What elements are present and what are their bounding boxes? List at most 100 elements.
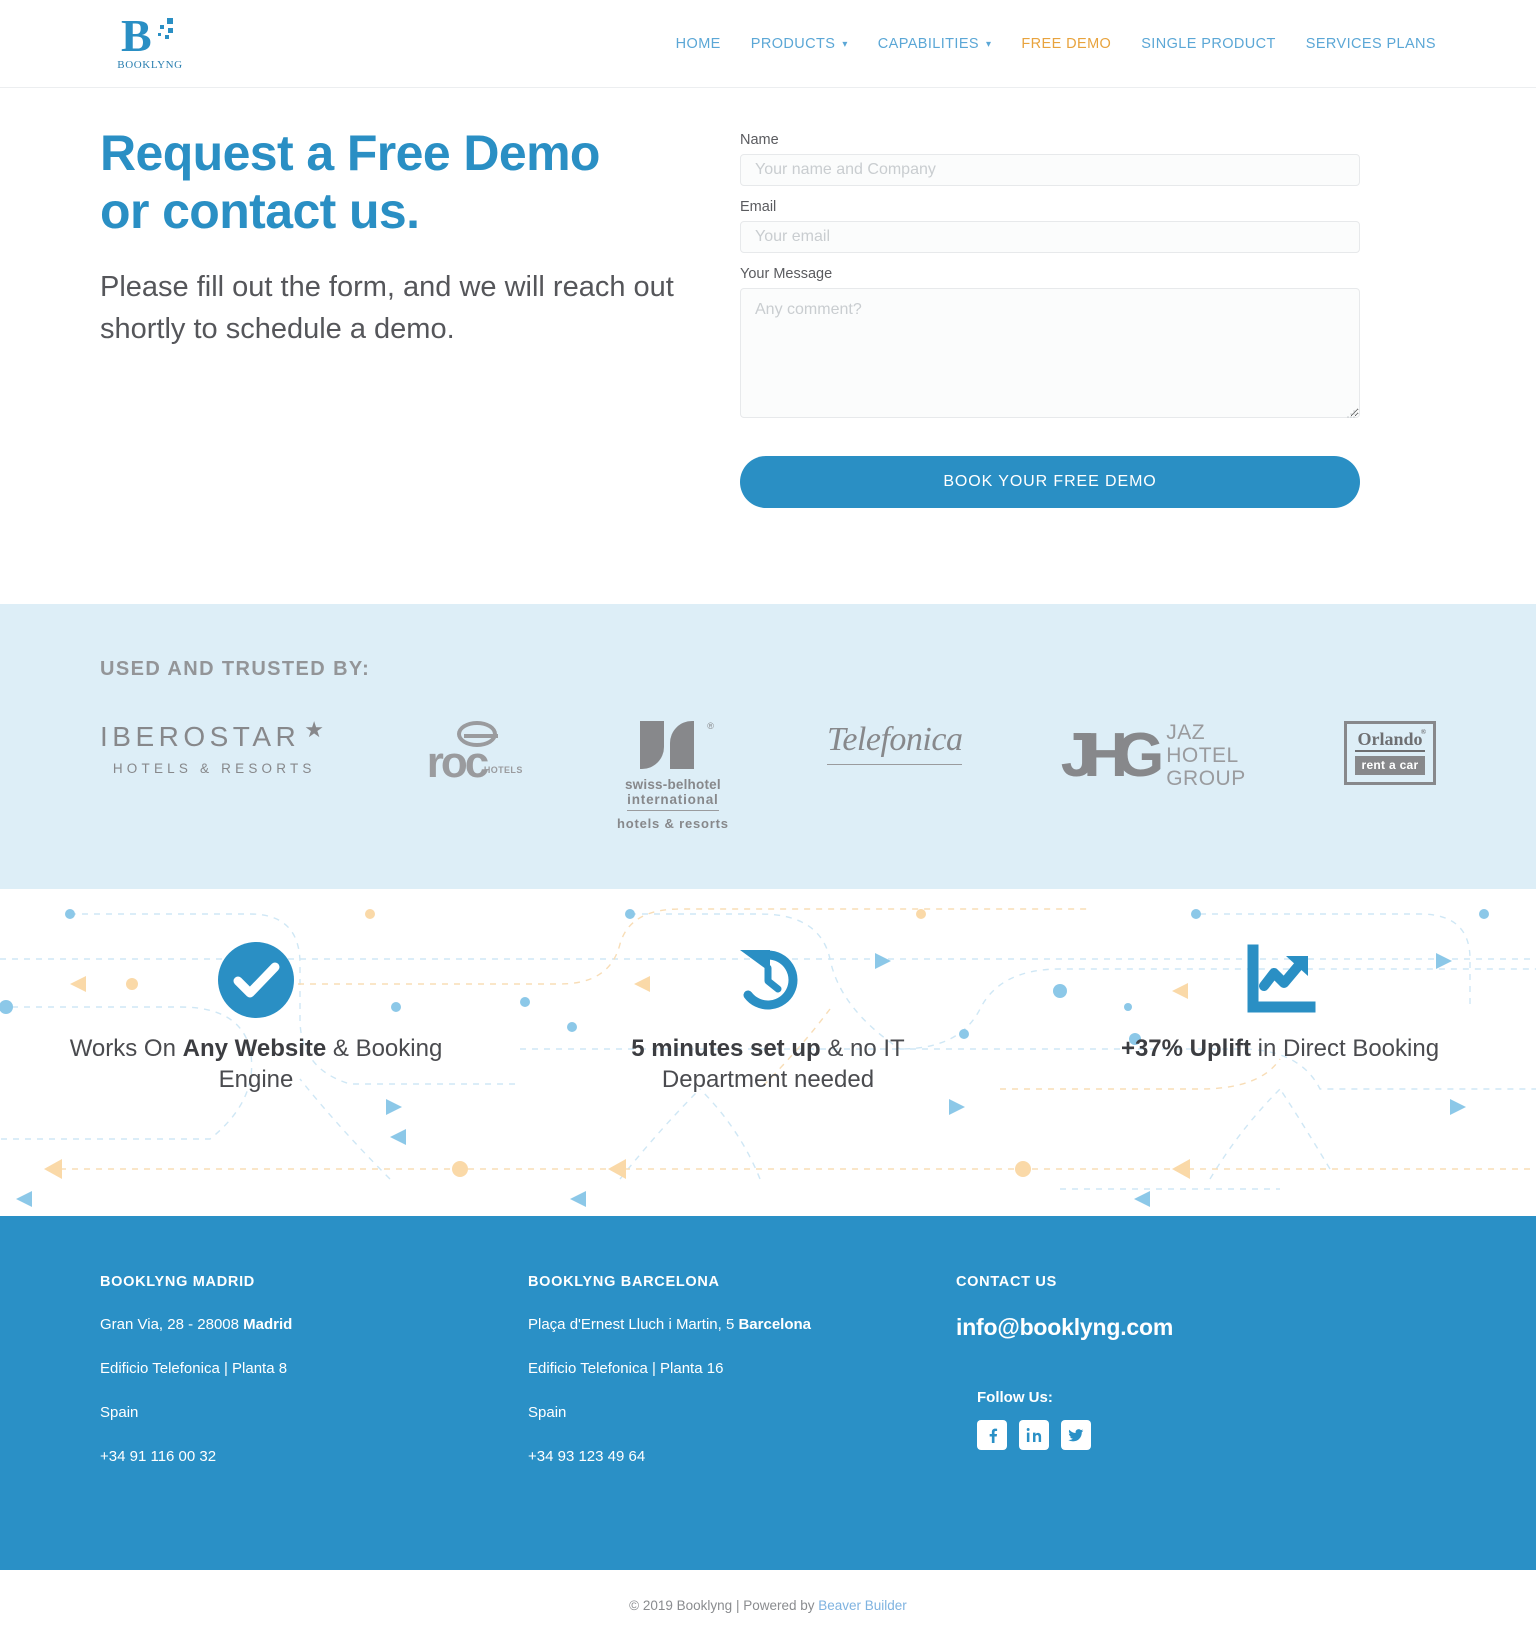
hero-copy: Request a Free Demo or contact us. Pleas… [100,124,740,508]
footer-barcelona-address: Plaça d'Ernest Lluch i Martin, 5 Barcelo… [528,1314,916,1336]
name-field-block: Name [740,132,1360,186]
nav-item-products[interactable]: PRODUCTS ▾ [751,36,848,52]
feature-text: Works On Any Website & Booking Engine [60,1033,452,1095]
linkedin-icon[interactable] [1019,1420,1049,1450]
name-input[interactable] [740,154,1360,186]
facebook-icon[interactable] [977,1420,1007,1450]
footer-madrid-city: Madrid [243,1316,293,1333]
nav-label: SERVICES PLANS [1305,35,1436,52]
footer-madrid-country: Spain [100,1404,139,1421]
footer-barcelona-city: Barcelona [738,1316,812,1333]
orlando-tagline: rent a car [1354,756,1425,775]
nav-label: PRODUCTS [750,35,836,52]
client-logo-jaz-hotel-group: JHG JAZ HOTEL GROUP [1061,721,1246,831]
swiss-belhotel-mark-icon: ® [639,721,714,769]
jhg-monogram-icon: JHG [1060,720,1165,790]
email-field-block: Email [740,199,1360,253]
email-input[interactable] [740,221,1360,253]
feature-text-post: in Direct Booking [1250,1035,1440,1062]
feature-five-minutes-setup: 5 minutes set up & no IT Department need… [512,941,1024,1216]
jhg-word3: GROUP [1166,767,1246,790]
client-logo-swiss-belhotel: ® swiss-belhotel international hotels & … [617,721,729,831]
footer-barcelona-building: Edificio Telefonica | Planta 16 [528,1360,724,1377]
footer-barcelona-country: Spain [528,1404,567,1421]
copyright-bar: © 2019 Booklyng | Powered by Beaver Buil… [0,1570,1536,1643]
nav-item-home[interactable]: HOME [676,36,721,52]
footer-madrid-address: Gran Via, 28 - 28008 Madrid [100,1314,488,1336]
nav-item-services-plans[interactable]: SERVICES PLANS [1306,36,1436,52]
feature-any-website: Works On Any Website & Booking Engine [0,941,512,1216]
nav-label: SINGLE PRODUCT [1141,35,1276,52]
iberostar-name: IBEROSTAR [100,721,301,752]
footer-madrid-phone[interactable]: +34 91 116 00 32 [100,1446,488,1468]
page-subtitle: Please fill out the form, and we will re… [100,271,674,345]
feature-text-pre: Works On [69,1035,183,1062]
feature-text-bold: Any Website [182,1035,327,1062]
footer-email-link[interactable]: info@booklyng.com [956,1314,1396,1341]
site-logo[interactable]: B BOOKLYNG [90,13,210,72]
client-logo-roc-hotels: roc HOTELS [426,721,522,831]
follow-us-label: Follow Us: [977,1389,1053,1406]
site-header: B BOOKLYNG HOME PRODUCTS ▾ CAPABILITIES … [0,0,1536,88]
logo-mark: B [121,13,179,59]
roc-name: roc [426,738,490,787]
iberostar-tagline: HOTELS & RESORTS [112,761,316,776]
jhg-word1: JAZ [1166,721,1206,744]
site-footer: BOOKLYNG MADRID Gran Via, 28 - 28008 Mad… [0,1216,1536,1570]
beaver-builder-link[interactable]: Beaver Builder [818,1598,907,1613]
social-links [977,1420,1396,1450]
demo-request-form: Name Email Your Message BOOK YOUR FREE D… [740,124,1360,508]
jhg-words: JAZ HOTEL GROUP [1166,721,1246,790]
features-section: Works On Any Website & Booking Engine 5 … [0,889,1536,1216]
jhg-word2: HOTEL [1166,744,1239,767]
footer-contact-heading: CONTACT US [956,1274,1057,1290]
check-circle-icon [218,941,294,1019]
footer-column-barcelona: BOOKLYNG BARCELONA Plaça d'Ernest Lluch … [528,1274,956,1490]
telefonica-name: Telefonica [827,721,963,765]
name-label: Name [740,132,779,148]
nav-item-single-product[interactable]: SINGLE PRODUCT [1141,36,1276,52]
footer-barcelona-phone[interactable]: +34 93 123 49 64 [528,1446,916,1468]
email-label: Email [740,199,777,215]
nav-item-free-demo[interactable]: FREE DEMO [1021,36,1111,52]
client-logo-iberostar: IBEROSTAR ★ HOTELS & RESORTS [100,717,328,831]
star-icon: ★ [304,717,329,742]
footer-madrid-heading: BOOKLYNG MADRID [100,1274,255,1290]
feature-text: 5 minutes set up & no IT Department need… [572,1033,964,1095]
client-logo-telefonica: Telefonica [827,721,963,831]
client-logo-orlando-rent-a-car: Orlando ® rent a car [1343,721,1436,831]
feature-text-bold: 5 minutes set up [631,1035,821,1062]
orlando-name: Orlando [1357,729,1423,749]
features-grid: Works On Any Website & Booking Engine 5 … [0,889,1536,1216]
chevron-down-icon: ▾ [842,38,848,50]
footer-column-madrid: BOOKLYNG MADRID Gran Via, 28 - 28008 Mad… [100,1274,528,1490]
footer-madrid-street: Gran Via, 28 - 28008 [100,1316,244,1333]
copyright-text: © 2019 Booklyng | Powered by [629,1598,819,1613]
swiss-belhotel-line2: international [627,792,719,811]
nav-item-capabilities[interactable]: CAPABILITIES ▾ [878,36,992,52]
feature-text: +37% Uplift in Direct Booking [1121,1033,1439,1064]
nav-label: HOME [675,35,721,52]
registered-icon: ® [1420,728,1426,736]
footer-column-contact: CONTACT US info@booklyng.com Follow Us: [956,1274,1436,1490]
feature-text-bold: +37% Uplift [1120,1035,1251,1062]
nav-label: CAPABILITIES [877,35,979,52]
registered-icon: ® [707,721,714,731]
page-title: Request a Free Demo or contact us. [100,124,700,240]
message-textarea[interactable] [740,288,1360,418]
footer-madrid-building: Edificio Telefonica | Planta 8 [100,1360,288,1377]
page-title-line1: Request a Free Demo [100,125,600,181]
roc-tagline: HOTELS [483,765,523,775]
nav-label: FREE DEMO [1021,35,1112,52]
page-title-line2: or contact us. [100,183,420,239]
chart-uptrend-icon [1242,941,1318,1019]
footer-barcelona-heading: BOOKLYNG BARCELONA [528,1274,720,1290]
message-label: Your Message [740,266,833,282]
twitter-icon[interactable] [1061,1420,1091,1450]
swiss-belhotel-line3: hotels & resorts [617,816,729,831]
clock-rewind-icon [730,941,806,1019]
swiss-belhotel-name: swiss-belhotel [624,777,721,792]
hero-section: Request a Free Demo or contact us. Pleas… [0,88,1536,604]
book-free-demo-button[interactable]: BOOK YOUR FREE DEMO [740,456,1360,508]
footer-barcelona-street: Plaça d'Ernest Lluch i Martin, 5 [528,1316,739,1333]
